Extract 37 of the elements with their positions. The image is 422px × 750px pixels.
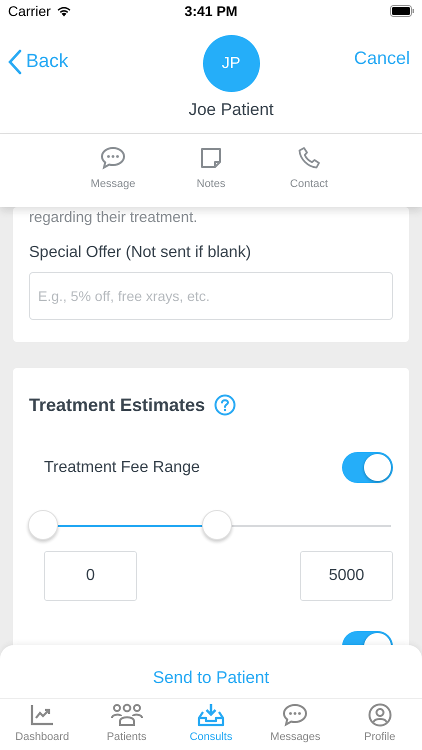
field-label: Special Offer (Not sent if blank)	[29, 244, 252, 262]
note-icon	[199, 146, 223, 170]
description-text: regarding their treatment.	[29, 209, 198, 226]
min-fee-field[interactable]: 0	[44, 551, 137, 601]
cancel-button[interactable]: Cancel	[354, 48, 410, 69]
tab-item[interactable]: Messages	[255, 699, 336, 750]
people-icon	[110, 703, 143, 727]
chart-icon	[29, 703, 56, 727]
wifi-icon	[56, 5, 72, 17]
tab-item[interactable]: Consults	[170, 699, 251, 750]
carrier-label: Carrier	[8, 3, 51, 19]
action-button[interactable]: Message	[82, 134, 144, 207]
speech-bubble-icon	[100, 146, 126, 170]
speech-bubble-icon	[282, 703, 308, 727]
action-button[interactable]: Contact	[278, 134, 340, 207]
clock: 3:41 PM	[184, 3, 238, 19]
toggle-label: Treatment Fee Range	[44, 458, 200, 476]
slider-thumb[interactable]	[28, 510, 58, 540]
tab-item[interactable]: Dashboard	[2, 699, 82, 750]
tab-item[interactable]: Profile	[340, 699, 420, 750]
slider-thumb[interactable]	[202, 510, 232, 540]
max-fee-field[interactable]: 5000	[300, 551, 393, 601]
phone-icon	[297, 146, 321, 170]
inbox-download-icon	[196, 703, 225, 727]
battery-icon	[390, 5, 414, 17]
fee-range-toggle[interactable]	[342, 452, 393, 483]
help-icon[interactable]	[214, 394, 236, 416]
profile-icon	[368, 703, 392, 727]
section-title: Treatment Estimates	[29, 394, 206, 416]
action-button[interactable]: Notes	[180, 134, 242, 207]
tab-item[interactable]: Patients	[86, 699, 167, 750]
patient-name: Joe Patient	[188, 100, 274, 120]
special-offer-field[interactable]: E.g., 5% off, free xrays, etc.	[29, 272, 393, 320]
avatar: JP	[202, 35, 260, 92]
back-button[interactable]: Back	[8, 49, 68, 75]
chevron-left-icon	[8, 49, 22, 75]
send-button[interactable]: Send to Patient	[146, 666, 276, 688]
